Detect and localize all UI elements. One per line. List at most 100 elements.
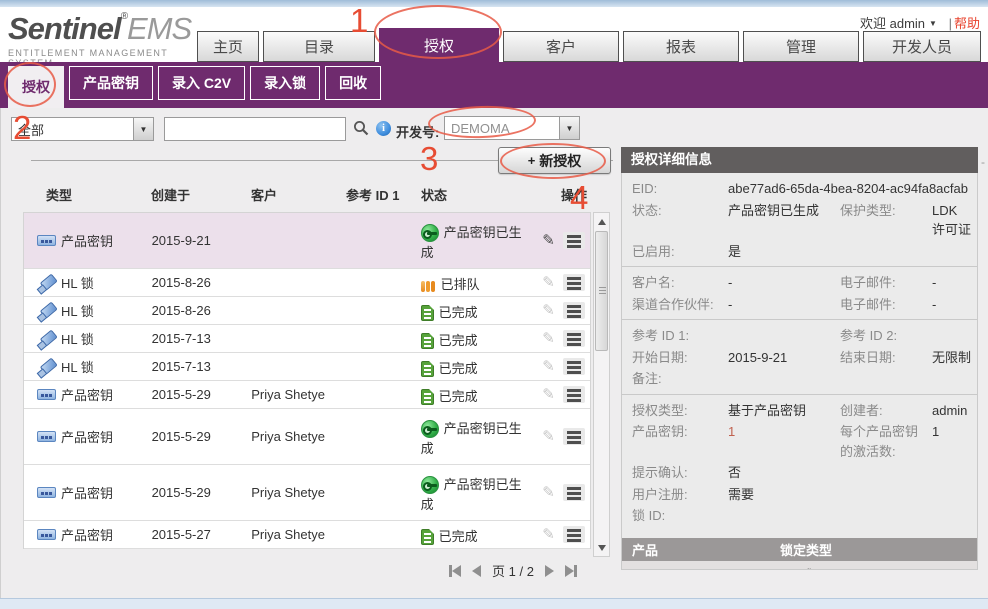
main-tabs: 主页目录授权客户报表管理开发人员	[197, 28, 981, 62]
product-key-icon	[37, 389, 56, 400]
sub-tab-录入锁[interactable]: 录入锁	[250, 66, 320, 100]
main-tab-管理[interactable]: 管理	[743, 31, 859, 62]
main-tab-目录[interactable]: 目录	[263, 31, 375, 62]
table-scrollbar[interactable]	[593, 212, 610, 557]
panel-collapse-handle[interactable]: -	[981, 155, 985, 169]
field-label: 电子邮件:	[840, 273, 932, 293]
status-cell: 已完成	[408, 325, 526, 352]
type-cell: 产品密钥	[24, 409, 139, 464]
field-value: -	[932, 295, 973, 315]
sub-tab-回收[interactable]: 回收	[325, 66, 381, 100]
table-row[interactable]: 产品密钥 2015-5-29 Priya Shetye 已完成	[24, 381, 590, 409]
main-tab-授权[interactable]: 授权	[379, 28, 499, 62]
table-row[interactable]: HL 锁 2015-8-26 已完成	[24, 297, 590, 325]
last-page-button[interactable]	[565, 565, 577, 577]
category-select[interactable]: 全部	[11, 117, 154, 141]
page-indicator: 页 1 / 2	[492, 561, 534, 580]
details-section: 参考 ID 1: 参考 ID 2: 开始日期: 2015-9-21 结束日期: …	[622, 319, 977, 394]
row-menu-icon[interactable]	[563, 526, 585, 543]
first-page-button[interactable]	[449, 565, 461, 577]
field-label: 产品密钥:	[632, 422, 728, 461]
sub-tab-授权[interactable]: 授权	[8, 66, 64, 108]
next-page-button[interactable]	[545, 565, 554, 577]
scroll-down-arrow-icon[interactable]	[594, 540, 609, 555]
expand-plus-icon[interactable]: +	[630, 569, 642, 571]
table-row[interactable]: HL 锁 2015-7-13 已完成	[24, 325, 590, 353]
row-menu-icon[interactable]	[563, 484, 585, 501]
sub-tab-产品密钥[interactable]: 产品密钥	[69, 66, 153, 100]
search-button[interactable]	[351, 119, 371, 139]
main-tab-客户[interactable]: 客户	[503, 31, 619, 62]
status-completed-icon	[421, 389, 434, 405]
sentinel-ems-screen: Sentinel®EMS ENTITLEMENT MANAGEMENT SYST…	[0, 0, 988, 609]
table-row[interactable]: 产品密钥 2015-5-29 Priya Shetye 产品密钥已生成	[24, 409, 590, 465]
field-label	[840, 485, 932, 505]
field-label: 结束日期:	[840, 348, 932, 368]
entitlements-table-header: 类型创建于客户参考 ID 1状态操作	[23, 185, 591, 204]
created-cell: 2015-9-21	[139, 213, 239, 268]
actions-cell	[525, 213, 590, 268]
table-row[interactable]: 产品密钥 2015-9-21 产品密钥已生成	[24, 213, 590, 269]
field-label	[840, 463, 932, 483]
field-label: 参考 ID 1:	[632, 326, 728, 346]
created-cell: 2015-8-26	[139, 269, 239, 296]
main-tab-报表[interactable]: 报表	[623, 31, 739, 62]
edit-pencil-icon[interactable]	[542, 359, 555, 374]
user-menu-chevron-down-icon[interactable]: ▼	[929, 19, 937, 28]
edit-pencil-icon[interactable]	[542, 331, 555, 346]
edit-pencil-icon[interactable]	[542, 527, 555, 542]
table-row[interactable]: HL 锁 2015-8-26 已排队	[24, 269, 590, 297]
search-input[interactable]	[164, 117, 346, 141]
table-row[interactable]: 产品密钥 2015-5-27 Priya Shetye 已完成	[24, 521, 590, 549]
status-cell: 已完成	[408, 381, 526, 408]
sub-tab-录入 C2V[interactable]: 录入 C2V	[158, 66, 245, 100]
table-row[interactable]: 产品密钥 2015-5-29 Priya Shetye 产品密钥已生成	[24, 465, 590, 521]
new-entitlement-button[interactable]: + 新授权	[498, 147, 611, 174]
row-menu-icon[interactable]	[563, 358, 585, 375]
status-generated-icon	[421, 420, 439, 438]
info-icon[interactable]: i	[376, 121, 391, 136]
actions-cell	[525, 381, 590, 408]
details-section: 授权类型: 基于产品密钥 创建者: admin 产品密钥: 1 每个产品密钥 的…	[622, 394, 977, 531]
edit-pencil-icon[interactable]	[542, 303, 555, 318]
field-value[interactable]: 1	[728, 422, 840, 461]
subnav-tabs: 授权产品密钥录入 C2V录入锁回收	[8, 66, 381, 108]
logo-brand: Sentinel	[8, 11, 121, 46]
customer-cell: Priya Shetye	[238, 465, 333, 520]
hl-lock-icon	[37, 302, 56, 320]
product-row[interactable]: +SafeNet Memo Ca... HL 或 SL-AdminMode	[622, 561, 977, 571]
field-value	[932, 463, 973, 483]
row-menu-icon[interactable]	[563, 274, 585, 291]
actions-cell	[525, 465, 590, 520]
row-menu-icon[interactable]	[563, 232, 585, 249]
row-menu-icon[interactable]	[563, 330, 585, 347]
edit-pencil-icon[interactable]	[542, 275, 555, 290]
main-tab-开发人员[interactable]: 开发人员	[863, 31, 981, 62]
edit-pencil-icon[interactable]	[542, 429, 555, 444]
table-row[interactable]: HL 锁 2015-7-13 已完成	[24, 353, 590, 381]
row-menu-icon[interactable]	[563, 428, 585, 445]
developer-id-select[interactable]: DEMOMA	[444, 116, 580, 140]
new-entitlement-label: 新授权	[539, 151, 581, 171]
developer-id-chevron-down-icon[interactable]	[559, 117, 579, 139]
row-menu-icon[interactable]	[563, 386, 585, 403]
products-subtable: 产品 锁定类型 +SafeNet Memo Ca... HL 或 SL-Admi…	[622, 538, 977, 571]
ref-id-cell	[333, 381, 408, 408]
status-cell: 已完成	[408, 521, 526, 548]
field-label: 提示确认:	[632, 463, 728, 483]
edit-pencil-icon[interactable]	[542, 387, 555, 402]
row-menu-icon[interactable]	[563, 302, 585, 319]
main-tab-主页[interactable]: 主页	[197, 31, 259, 62]
details-section: EID: abe77ad6-65da-4bea-8204-ac94fa8acfa…	[622, 173, 977, 266]
edit-pencil-icon[interactable]	[542, 233, 555, 248]
scroll-up-arrow-icon[interactable]	[594, 214, 609, 229]
scrollbar-thumb[interactable]	[595, 231, 608, 351]
status-cell: 已完成	[408, 353, 526, 380]
details-panel-body: EID: abe77ad6-65da-4bea-8204-ac94fa8acfa…	[621, 173, 978, 570]
ref-id-cell	[333, 465, 408, 520]
edit-pencil-icon[interactable]	[542, 485, 555, 500]
status-completed-icon	[421, 361, 434, 377]
previous-page-button[interactable]	[472, 565, 481, 577]
category-select-chevron-down-icon[interactable]	[133, 118, 153, 140]
type-cell: 产品密钥	[24, 381, 139, 408]
